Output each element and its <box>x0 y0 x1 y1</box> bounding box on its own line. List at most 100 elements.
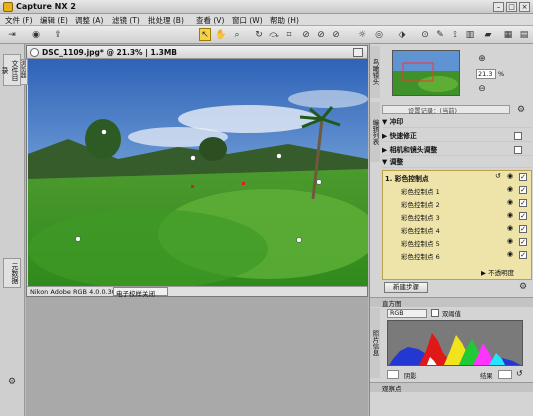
layout-icon[interactable]: ▦ <box>502 28 514 41</box>
menu-filter[interactable]: 滤镜 (T) <box>112 15 140 26</box>
browser-toggle-icon[interactable]: ⇥ <box>6 28 18 41</box>
left-tab-strip: 文件目录 元数据 ⚙ <box>0 44 25 416</box>
develop-label: 冲印 <box>389 118 404 126</box>
item-checkbox[interactable]: ✓ <box>519 238 527 246</box>
image-menu-icon[interactable] <box>353 48 363 57</box>
white-point-icon[interactable]: ⊘ <box>330 28 342 41</box>
control-point-item[interactable]: 彩色控制点 1 <box>401 186 440 196</box>
shadow-input[interactable] <box>387 370 399 379</box>
image-title: DSC_1109.jpg* @ 21.3% | 1.3MB <box>42 48 178 57</box>
close-button[interactable]: × <box>519 2 530 12</box>
preset-dropdown[interactable]: 设置记录：(当前) <box>382 105 510 115</box>
visibility-icon[interactable]: ◉ <box>507 185 513 193</box>
camera-lens-checkbox[interactable] <box>514 146 522 154</box>
image-close-icon[interactable] <box>30 48 39 57</box>
item-checkbox[interactable]: ✓ <box>519 251 527 259</box>
image-window: DSC_1109.jpg* @ 21.3% | 1.3MB 浏览器 Nikon … <box>19 45 368 298</box>
save-icon[interactable]: ⇪ <box>52 28 64 41</box>
menu-view[interactable]: 查看 (V) <box>196 15 224 26</box>
birds-eye-thumbnail[interactable] <box>392 50 460 96</box>
reset-icon[interactable]: ↺ <box>495 172 501 180</box>
rotate-icon[interactable]: ↻ <box>253 28 265 41</box>
watch-points-title: 观察点 <box>382 385 402 393</box>
straighten-icon[interactable]: ⤼ <box>268 28 280 41</box>
item-checkbox[interactable]: ✓ <box>519 186 527 194</box>
edit-list-label: 编辑列表 <box>370 102 380 162</box>
dual-threshold-label: 双阈值 <box>442 311 461 318</box>
visibility-icon[interactable]: ◉ <box>507 237 513 245</box>
control-point-item[interactable]: 彩色控制点 6 <box>401 251 440 261</box>
crop-icon[interactable]: ⌗ <box>283 28 295 41</box>
eye-icon[interactable]: ◎ <box>373 28 385 41</box>
lasso-icon[interactable]: ⟟ <box>449 28 461 41</box>
fill-icon[interactable]: ▰ <box>482 28 494 41</box>
visibility-icon[interactable]: ◉ <box>507 211 513 219</box>
develop-section[interactable]: ▼ 冲印 <box>382 116 532 128</box>
menu-help[interactable]: 帮助 (H) <box>270 15 299 26</box>
step-enable-checkbox[interactable]: ✓ <box>519 173 527 181</box>
eye-icon[interactable]: ◉ <box>507 172 513 180</box>
auto-retouch-icon[interactable]: ⬗ <box>396 28 408 41</box>
opacity-label[interactable]: ▶ 不透明度 <box>481 267 514 277</box>
visibility-icon[interactable]: ◉ <box>507 224 513 232</box>
new-step-button[interactable]: 新建步骤 <box>384 282 428 293</box>
browser-side-tab[interactable]: 浏览器 <box>19 59 28 85</box>
color-control-point-icon[interactable]: ⊙ <box>419 28 431 41</box>
menu-adjust[interactable]: 调整 (A) <box>75 15 103 26</box>
workspace-icon[interactable]: ▤ <box>518 28 530 41</box>
red-eye-icon[interactable]: ☼ <box>356 28 368 41</box>
histogram-header[interactable]: 直方图 <box>370 297 533 308</box>
menu-window[interactable]: 窗口 (W) <box>232 15 263 26</box>
item-checkbox[interactable]: ✓ <box>519 199 527 207</box>
adjust-section[interactable]: ▼ 调整 <box>382 156 532 168</box>
zoom-input[interactable]: 21.3 <box>476 69 496 79</box>
hand-tool-icon[interactable]: ✋ <box>215 28 227 41</box>
channel-dropdown[interactable]: RGB <box>387 309 427 318</box>
step-title[interactable]: 1. 彩色控制点 <box>385 173 429 183</box>
dual-threshold-checkbox[interactable] <box>431 309 439 317</box>
control-point-marker <box>316 179 322 185</box>
opacity-text: 不透明度 <box>488 269 515 277</box>
control-point-item[interactable]: 彩色控制点 4 <box>401 225 440 235</box>
item-checkbox[interactable]: ✓ <box>519 212 527 220</box>
menu-edit[interactable]: 编辑 (E) <box>40 15 68 26</box>
visibility-icon[interactable]: ◉ <box>507 250 513 258</box>
settings-gear-icon[interactable]: ⚙ <box>6 375 18 388</box>
control-point-marker <box>190 155 196 161</box>
black-point-icon[interactable]: ⊘ <box>300 28 312 41</box>
menu-file[interactable]: 文件 (F) <box>5 15 33 26</box>
selection-brush-icon[interactable]: ✎ <box>434 28 446 41</box>
zoom-out-icon[interactable]: ⊖ <box>476 82 488 95</box>
minimize-button[interactable]: – <box>493 2 504 12</box>
watch-points-header[interactable]: 观察点 <box>370 382 533 393</box>
photo-info-label: 照片信息 <box>370 308 380 378</box>
camera-lens-row[interactable]: ▶ 相机和镜头调整 <box>382 144 532 156</box>
histogram-reset-icon[interactable]: ↺ <box>516 369 523 378</box>
gradient-icon[interactable]: ▥ <box>464 28 476 41</box>
new-step-options-icon[interactable]: ⚙ <box>517 280 529 293</box>
maximize-button[interactable]: □ <box>506 2 517 12</box>
visibility-icon[interactable]: ◉ <box>507 198 513 206</box>
item-checkbox[interactable]: ✓ <box>519 225 527 233</box>
control-point-item[interactable]: 彩色控制点 2 <box>401 199 440 209</box>
menu-bar: 文件 (F) 编辑 (E) 调整 (A) 滤镜 (T) 批处理 (B) 查看 (… <box>0 14 533 26</box>
histogram-graph <box>387 320 523 366</box>
photo-canvas[interactable] <box>28 59 368 286</box>
metadata-tab[interactable]: 元数据 <box>3 258 21 288</box>
golf-course-photo <box>28 59 368 286</box>
zoom-unit: % <box>498 70 505 78</box>
highlight-input[interactable] <box>498 370 512 379</box>
color-profile-label: Nikon Adobe RGB 4.0.0.3000 <box>30 288 125 296</box>
control-point-item[interactable]: 彩色控制点 3 <box>401 212 440 222</box>
edit-list-options-icon[interactable]: ⚙ <box>515 103 527 116</box>
zoom-tool-icon[interactable]: ⌕ <box>231 28 243 41</box>
quick-fix-checkbox[interactable] <box>514 132 522 140</box>
zoom-in-icon[interactable]: ⊕ <box>476 52 488 65</box>
quick-fix-row[interactable]: ▶ 快速修正 <box>382 130 532 142</box>
select-tool-icon[interactable]: ↖ <box>199 28 211 41</box>
control-point-item[interactable]: 彩色控制点 5 <box>401 238 440 248</box>
neutral-point-icon[interactable]: ⊘ <box>315 28 327 41</box>
menu-batch[interactable]: 批处理 (B) <box>148 15 184 26</box>
camera-icon[interactable]: ◉ <box>30 28 42 41</box>
soft-proof-dropdown[interactable]: 电子校样关闭 <box>113 287 168 298</box>
